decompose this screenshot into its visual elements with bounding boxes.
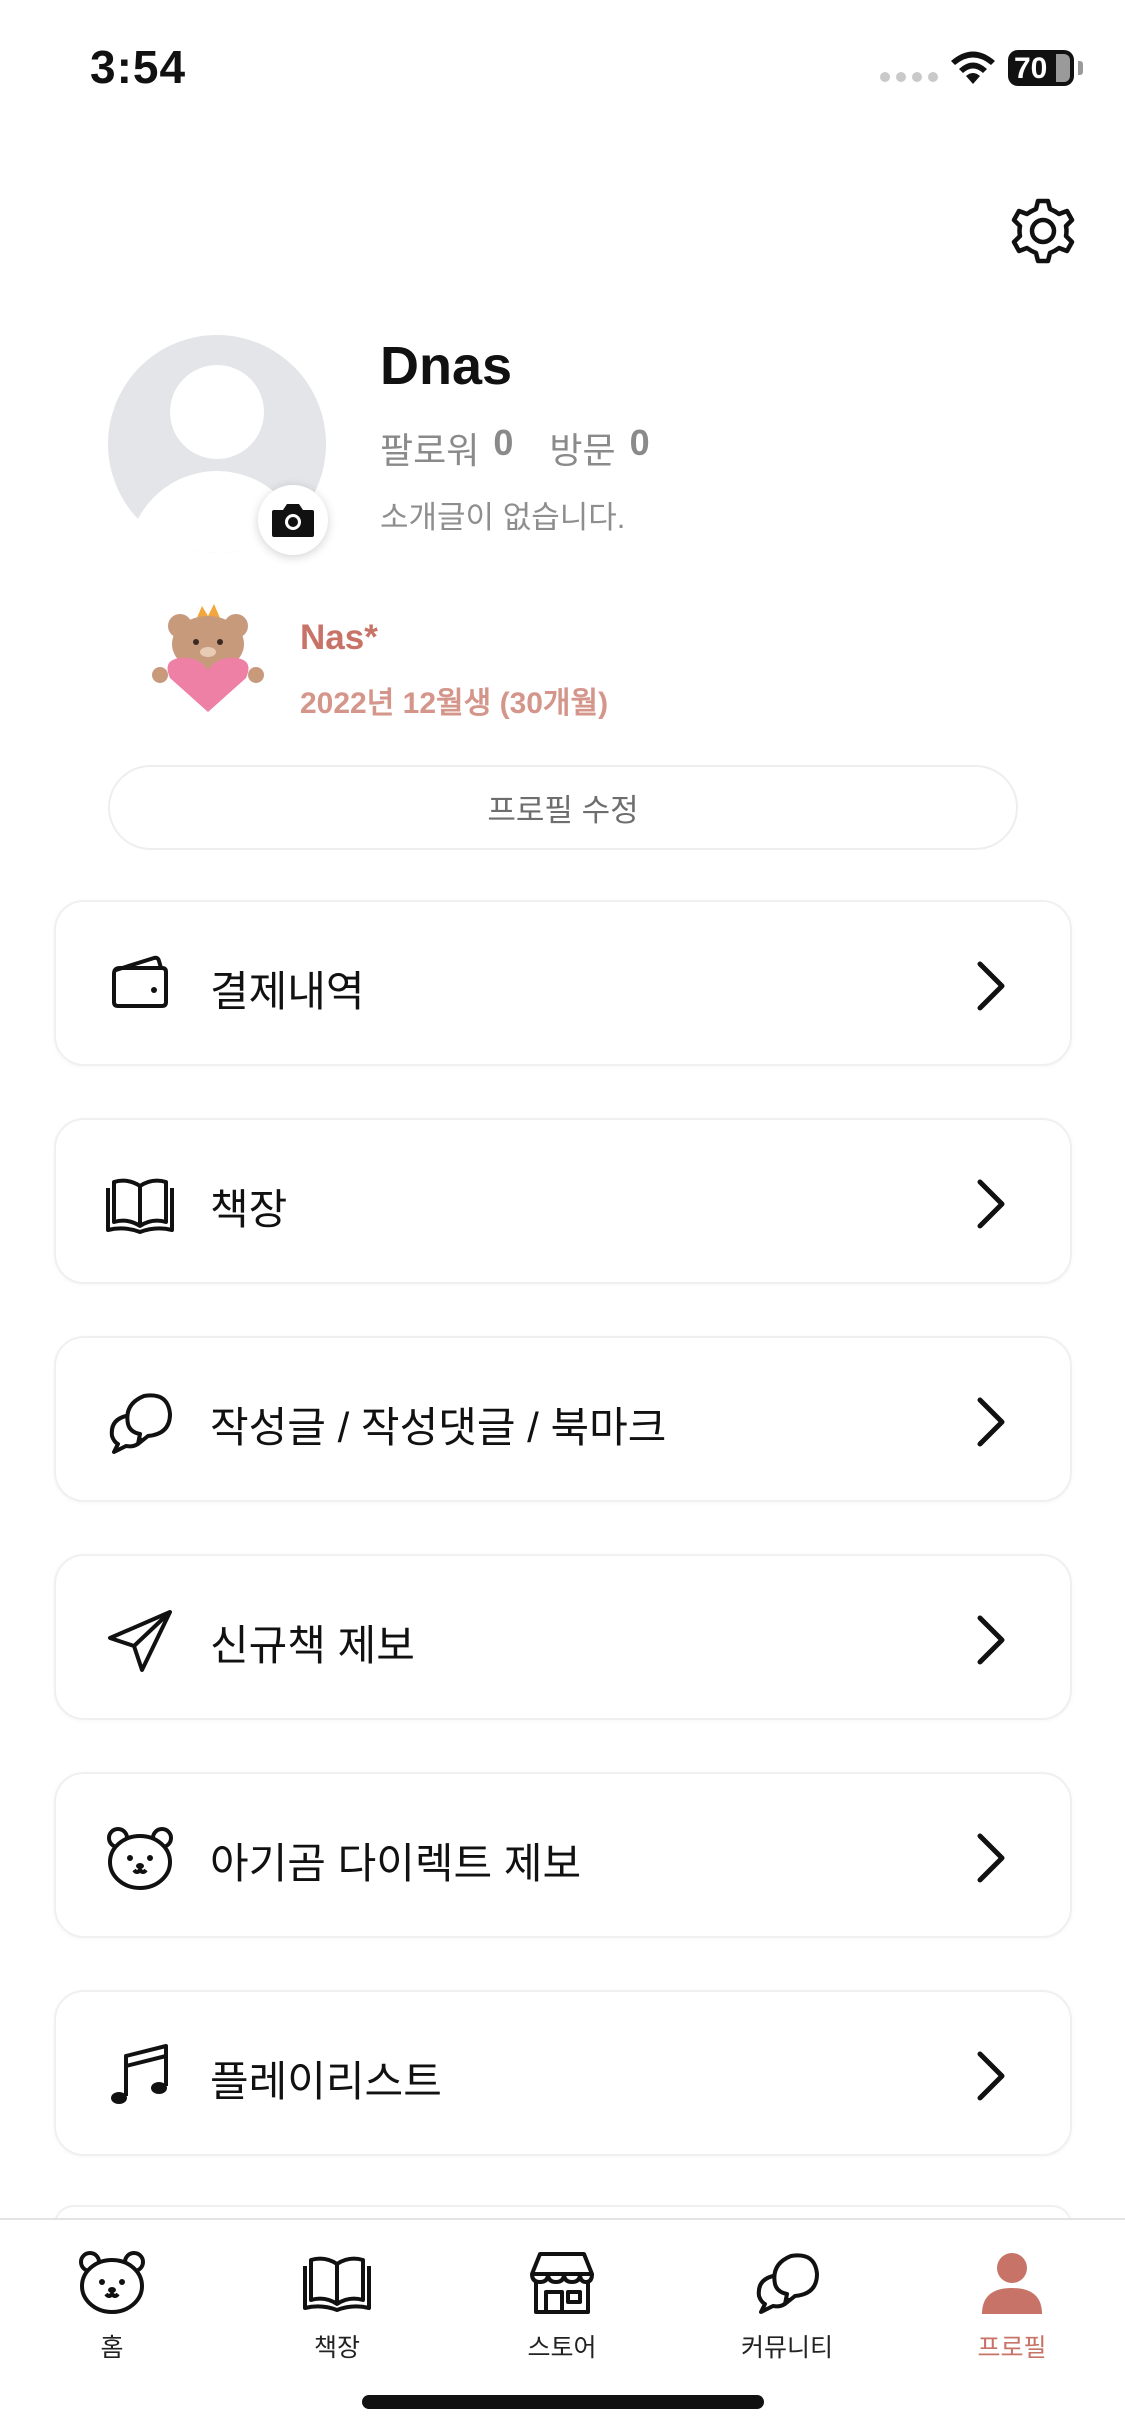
menu-item-payment-history[interactable]: 결제내역 [54,900,1072,1066]
chevron-right-icon [977,1397,1005,1447]
child-birth: 2022년 12월생 (30개월) [300,687,609,720]
menu-label: 플레이리스트 [210,2058,442,2105]
tab-bookshelf[interactable]: 책장 [262,2248,412,2368]
profile-stats: 팔로워 0 방문 0 [380,422,672,474]
tab-profile[interactable]: 프로필 [937,2248,1087,2368]
menu-label: 신규책 제보 [210,1622,415,1669]
home-indicator [362,2395,764,2409]
menu-label: 책장 [210,1186,288,1233]
profile-bio: 소개글이 없습니다. [380,500,626,535]
tab-label: 홈 [100,2334,124,2362]
tab-store[interactable]: 스토어 [487,2248,637,2368]
menu-item-bookshelf[interactable]: 책장 [54,1118,1072,1284]
camera-icon [272,504,314,537]
battery-icon: 70 [1008,50,1074,86]
wallet-icon [112,955,168,1008]
menu-label: 결제내역 [210,968,365,1015]
chevron-right-icon [977,1179,1005,1229]
store-icon [530,2252,594,2314]
tab-home[interactable]: 홈 [37,2248,187,2368]
menu-item-new-book-report[interactable]: 신규책 제보 [54,1554,1072,1720]
status-time: 3:54 [90,41,187,93]
followers-label[interactable]: 팔로워 [380,422,479,474]
menu-item-playlist[interactable]: 플레이리스트 [54,1990,1072,2156]
chevron-right-icon [977,1615,1005,1665]
child-name: Nas* [300,618,378,657]
signal-icon [880,72,938,82]
wifi-icon [951,51,995,84]
book-icon [303,2256,371,2312]
battery-level: 70 [1014,52,1048,85]
chevron-right-icon [977,961,1005,1011]
menu-item-my-posts[interactable]: 작성글 / 작성댓글 / 북마크 [54,1336,1072,1502]
book-icon [106,1178,174,1234]
gear-icon[interactable] [1008,196,1078,266]
status-bar: 3:54 70 [0,0,1125,140]
menu-item-bear-direct-report[interactable]: 아기곰 다이렉트 제보 [54,1772,1072,1938]
tab-label: 스토어 [527,2334,597,2362]
visits-label: 방문 [549,430,616,471]
menu-label: 아기곰 다이렉트 제보 [210,1840,582,1887]
send-icon [108,1610,172,1672]
chevron-right-icon [977,2051,1005,2101]
tab-label: 책장 [313,2334,360,2362]
tab-community[interactable]: 커뮤니티 [712,2248,862,2368]
bear-icon [79,2251,145,2314]
chevron-right-icon [977,1833,1005,1883]
music-note-icon [111,2044,168,2104]
camera-button[interactable] [258,485,328,555]
person-icon [982,2253,1042,2314]
menu-label: 작성글 / 작성댓글 / 북마크 [210,1404,667,1451]
chat-bubble-icon [756,2253,819,2314]
tab-label: 프로필 [977,2334,1047,2362]
chat-bubble-icon [109,1393,172,1454]
edit-profile-button[interactable]: 프로필 수정 [108,765,1018,850]
followers-count[interactable]: 0 [493,422,513,474]
visits-count: 0 [629,422,650,463]
bear-heart-sticker [152,604,264,712]
tab-label: 커뮤니티 [740,2334,833,2362]
user-name: Dnas [380,336,513,396]
bear-icon [107,1827,173,1890]
